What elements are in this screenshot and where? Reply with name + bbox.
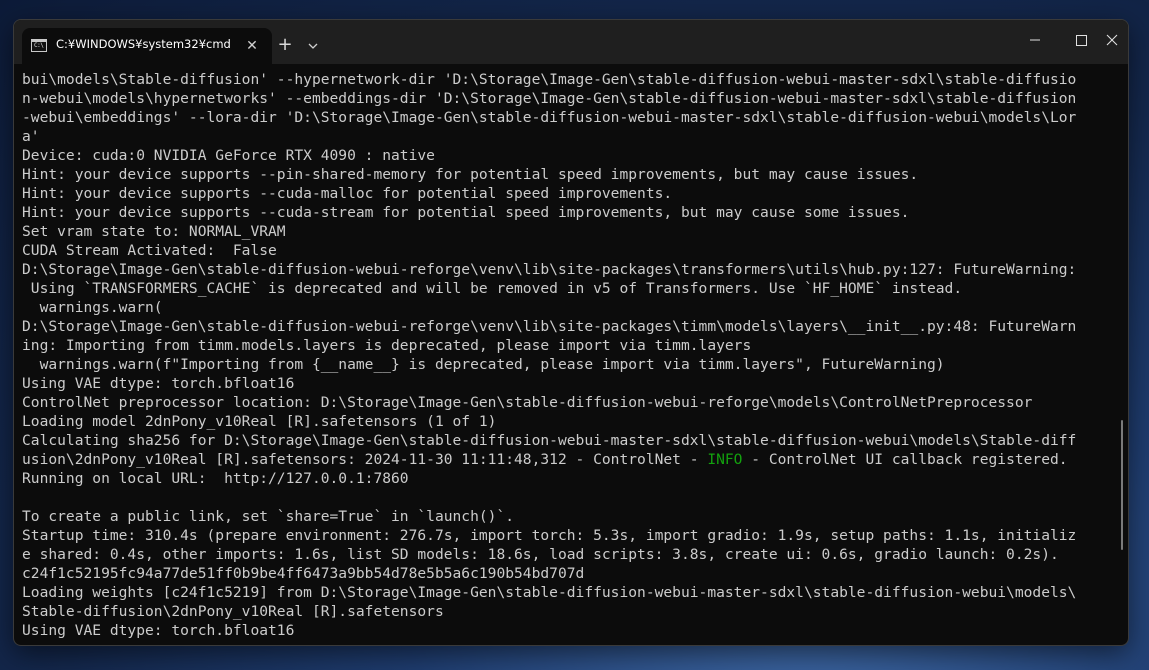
terminal-line: warnings.warn(f"Importing from {__name__… bbox=[22, 356, 945, 373]
tab-close-button[interactable]: ✕ bbox=[240, 34, 264, 58]
scrollbar[interactable] bbox=[1121, 420, 1123, 550]
terminal-line: D:\Storage\Image-Gen\stable-diffusion-we… bbox=[22, 261, 1077, 278]
terminal-line: Using `TRANSFORMERS_CACHE` is deprecated… bbox=[22, 280, 963, 297]
terminal-line: -webui\embeddings' --lora-dir 'D:\Storag… bbox=[22, 109, 1077, 126]
terminal-line: Using VAE dtype: torch.bfloat16 bbox=[22, 622, 295, 639]
terminal-output[interactable]: bui\models\Stable-diffusion' --hypernetw… bbox=[22, 70, 1122, 640]
terminal-line: D:\Storage\Image-Gen\stable-diffusion-we… bbox=[22, 318, 1077, 335]
terminal-line: Stable-diffusion\2dnPony_v10Real [R].saf… bbox=[22, 603, 444, 620]
maximize-button[interactable] bbox=[1058, 20, 1104, 60]
terminal-line: bui\models\Stable-diffusion' --hypernetw… bbox=[22, 71, 1077, 88]
plus-icon: + bbox=[277, 34, 293, 55]
chevron-down-icon bbox=[308, 43, 318, 49]
terminal-line: Using VAE dtype: torch.bfloat16 bbox=[22, 375, 295, 392]
terminal-line: n-webui\models\hypernetworks' --embeddin… bbox=[22, 90, 1077, 107]
terminal-line: Hint: your device supports --cuda-stream… bbox=[22, 204, 910, 221]
terminal-line: Loading model 2dnPony_v10Real [R].safete… bbox=[22, 413, 497, 430]
terminal-line: e shared: 0.4s, other imports: 1.6s, lis… bbox=[22, 546, 1059, 563]
cmd-icon-text: C:\ bbox=[34, 42, 44, 49]
terminal-line: Running on local URL: http://127.0.0.1:7… bbox=[22, 470, 409, 487]
tab-cmd[interactable]: C:\ C:¥WINDOWS¥system32¥cmd ✕ bbox=[22, 28, 272, 64]
terminal-line: CUDA Stream Activated: False bbox=[22, 242, 277, 259]
minimize-icon bbox=[1030, 39, 1040, 41]
close-icon bbox=[1106, 34, 1118, 46]
new-tab-button[interactable]: + bbox=[271, 32, 299, 60]
close-icon: ✕ bbox=[246, 38, 258, 54]
terminal-line: ControlNet preprocessor location: D:\Sto… bbox=[22, 394, 1033, 411]
terminal-window: C:\ C:¥WINDOWS¥system32¥cmd ✕ + bui\mode… bbox=[13, 19, 1129, 646]
maximize-icon bbox=[1076, 35, 1087, 46]
tab-title: C:¥WINDOWS¥system32¥cmd bbox=[56, 37, 231, 51]
terminal-line: Calculating sha256 for D:\Storage\Image-… bbox=[22, 432, 1077, 449]
title-bar[interactable]: C:\ C:¥WINDOWS¥system32¥cmd ✕ + bbox=[14, 20, 1128, 64]
terminal-line: warnings.warn( bbox=[22, 299, 163, 316]
terminal-line: ing: Importing from timm.models.layers i… bbox=[22, 337, 752, 354]
log-level-info: INFO bbox=[707, 451, 743, 468]
terminal-line: Loading weights [c24f1c5219] from D:\Sto… bbox=[22, 584, 1077, 601]
minimize-button[interactable] bbox=[1012, 20, 1058, 60]
log-suffix: - ControlNet UI callback registered. bbox=[742, 451, 1068, 468]
tab-dropdown-button[interactable] bbox=[299, 32, 327, 60]
terminal-line: a' bbox=[22, 128, 40, 145]
terminal-line: Device: cuda:0 NVIDIA GeForce RTX 4090 :… bbox=[22, 147, 435, 164]
terminal-line: Hint: your device supports --pin-shared-… bbox=[22, 166, 919, 183]
terminal-line: Hint: your device supports --cuda-malloc… bbox=[22, 185, 673, 202]
terminal-line: To create a public link, set `share=True… bbox=[22, 508, 515, 525]
terminal-line-info: usion\2dnPony_v10Real [R].safetensors: 2… bbox=[22, 450, 1122, 469]
window-close-button[interactable] bbox=[1104, 20, 1128, 60]
terminal-line: c24f1c52195fc94a77de51ff0b9be4ff6473a9bb… bbox=[22, 565, 585, 582]
terminal-line: Startup time: 310.4s (prepare environmen… bbox=[22, 527, 1077, 544]
log-prefix: usion\2dnPony_v10Real [R].safetensors: 2… bbox=[22, 451, 708, 468]
cmd-icon: C:\ bbox=[31, 39, 47, 52]
terminal-line: Set vram state to: NORMAL_VRAM bbox=[22, 223, 286, 240]
